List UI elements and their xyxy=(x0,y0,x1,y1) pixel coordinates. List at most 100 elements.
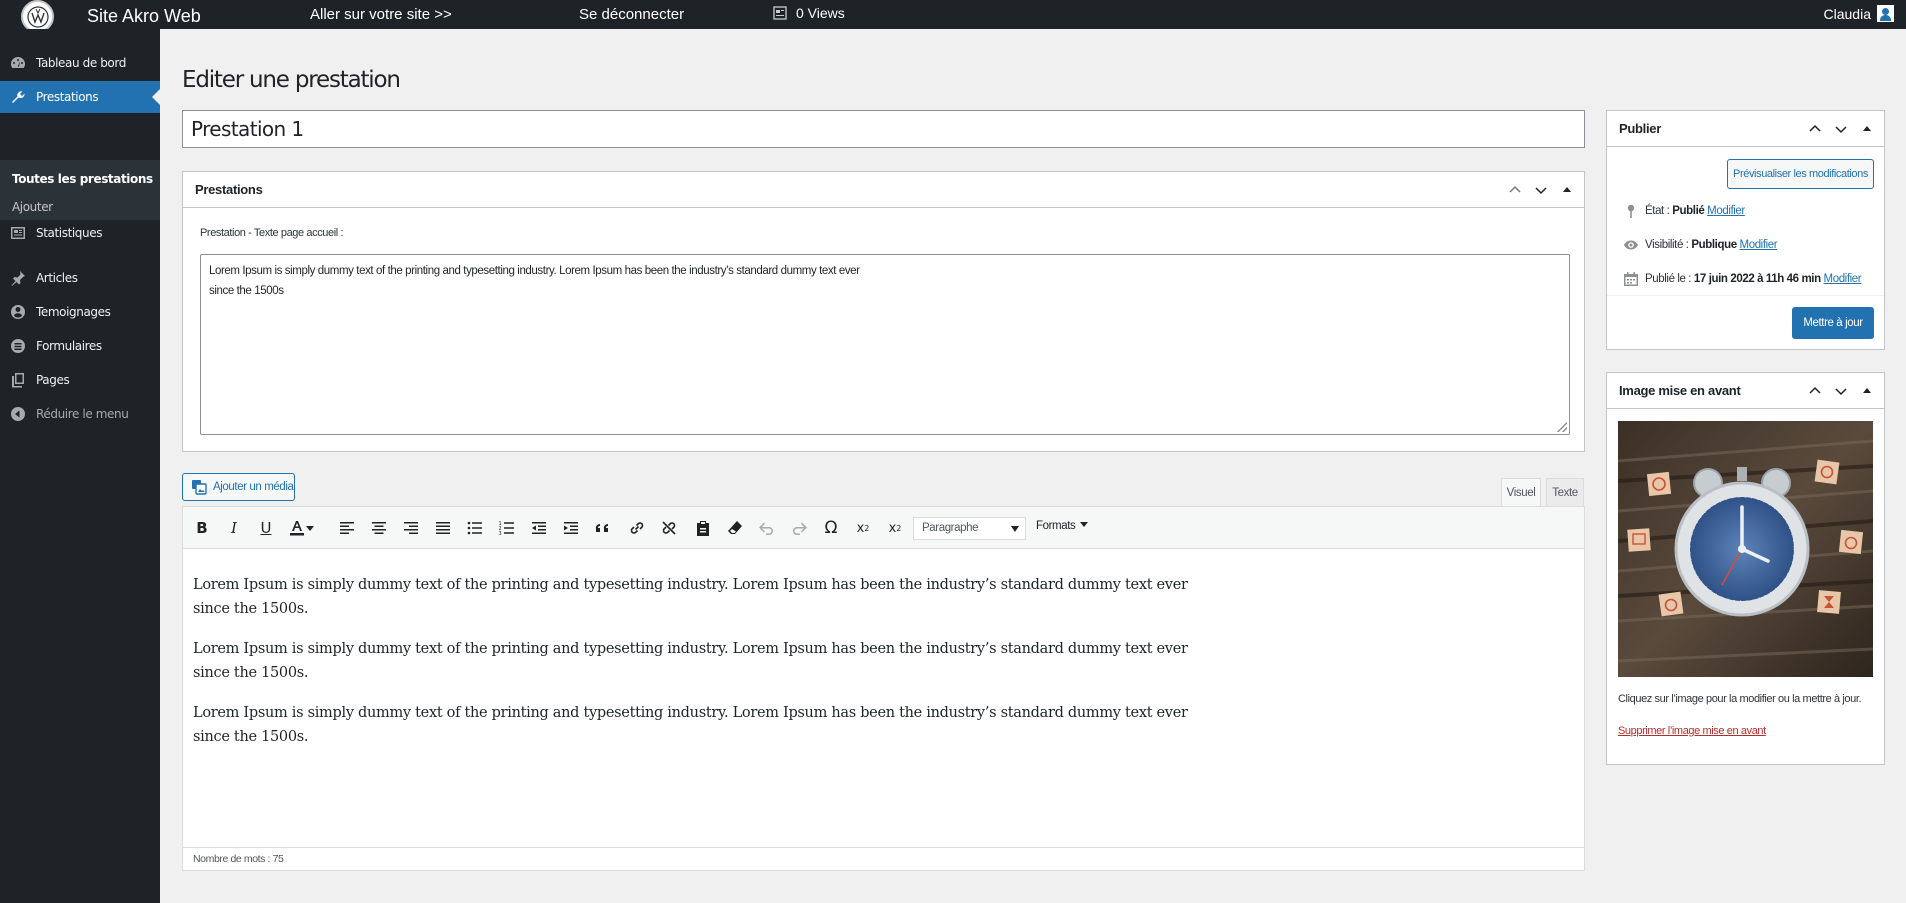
sidebar-item-label: Articles xyxy=(36,271,78,285)
visibility-row: Visibilité : Publique Modifier xyxy=(1623,237,1778,253)
textarea-line: Lorem Ipsum is simply dummy text of the … xyxy=(209,265,860,277)
add-media-button[interactable]: Ajouter un média xyxy=(182,473,295,501)
paste-text-icon[interactable] xyxy=(692,518,714,538)
media-icon xyxy=(192,480,207,495)
undo-icon[interactable] xyxy=(756,518,778,538)
preview-changes-button[interactable]: Prévisualiser les modifications xyxy=(1727,159,1874,189)
submenu-all-prestations[interactable]: Toutes les prestations xyxy=(12,172,153,186)
divider xyxy=(1607,295,1884,296)
sidebar-collapse-menu[interactable]: Réduire le menu xyxy=(0,398,160,430)
justify-icon[interactable] xyxy=(432,518,454,538)
sidebar-item-pages[interactable]: Pages xyxy=(0,364,160,396)
prestations-metabox: Prestations Prestation - Texte page accu… xyxy=(182,171,1585,452)
views-icon xyxy=(773,6,787,20)
site-name-link[interactable]: Site Akro Web xyxy=(87,6,201,27)
post-title-input[interactable]: Prestation 1 xyxy=(182,110,1585,148)
calendar-icon xyxy=(1624,272,1638,286)
tab-visual[interactable]: Visuel xyxy=(1501,478,1541,506)
word-count: Nombre de mots : 75 xyxy=(183,847,1584,870)
italic-icon[interactable]: I xyxy=(223,518,245,538)
blockquote-icon[interactable] xyxy=(592,518,614,538)
sidebar-item-label: Pages xyxy=(36,373,70,387)
insert-link-icon[interactable] xyxy=(626,518,648,538)
move-up-icon[interactable] xyxy=(1808,384,1822,398)
content-paragraph: Lorem Ipsum is simply dummy text of the … xyxy=(193,577,1188,617)
content-editor: B I U 123 Ω x2 x2 Paragraphe Formats Lor… xyxy=(182,506,1585,871)
toggle-panel-icon[interactable] xyxy=(1860,384,1874,398)
redo-icon[interactable] xyxy=(788,518,810,538)
edit-status-link[interactable]: Modifier xyxy=(1707,205,1745,217)
featured-image-hint: Cliquez sur l’image pour la modifier ou … xyxy=(1618,693,1862,705)
align-left-icon[interactable] xyxy=(336,518,358,538)
bold-icon[interactable]: B xyxy=(191,518,213,538)
toggle-panel-icon[interactable] xyxy=(1560,183,1574,197)
toggle-panel-icon[interactable] xyxy=(1860,122,1874,136)
sidebar-item-label: Prestations xyxy=(36,90,99,104)
editor-content[interactable]: Lorem Ipsum is simply dummy text of the … xyxy=(193,573,1193,765)
sidebar-item-statistiques[interactable]: Statistiques xyxy=(0,217,160,249)
update-button[interactable]: Mettre à jour xyxy=(1792,307,1874,339)
visit-site-link[interactable]: Aller sur votre site >> xyxy=(310,6,452,23)
move-down-icon[interactable] xyxy=(1834,384,1848,398)
sidebar-item-formulaires[interactable]: Formulaires xyxy=(0,330,160,362)
formats-dropdown[interactable]: Formats xyxy=(1036,520,1088,532)
numbered-list-icon[interactable]: 123 xyxy=(496,518,518,538)
pages-icon xyxy=(10,372,26,388)
page-title: Editer une prestation xyxy=(182,67,401,93)
resize-handle-icon[interactable] xyxy=(1557,422,1567,432)
underline-icon[interactable]: U xyxy=(255,518,277,538)
sidebar-item-articles[interactable]: Articles xyxy=(0,262,160,294)
tab-text[interactable]: Texte xyxy=(1546,478,1584,506)
content-paragraph: Lorem Ipsum is simply dummy text of the … xyxy=(193,641,1188,681)
superscript-icon[interactable]: x2 xyxy=(852,518,874,538)
remove-featured-image-link[interactable]: Supprimer l’image mise en avant xyxy=(1618,725,1766,737)
move-down-icon[interactable] xyxy=(1834,122,1848,136)
prestations-submenu: Toutes les prestations Ajouter xyxy=(0,160,160,220)
published-value: 17 juin 2022 à 11h 46 min xyxy=(1693,273,1821,285)
move-down-icon[interactable] xyxy=(1534,183,1548,197)
published-label: Publié le : xyxy=(1645,273,1694,285)
subscript-icon[interactable]: x2 xyxy=(884,518,906,538)
testimonial-icon xyxy=(10,304,26,320)
clear-formatting-icon[interactable] xyxy=(724,518,746,538)
sidebar-item-prestations[interactable]: Prestations xyxy=(0,81,160,113)
edit-visibility-link[interactable]: Modifier xyxy=(1740,239,1778,251)
field-label: Prestation - Texte page accueil : xyxy=(200,227,344,239)
submenu-add[interactable]: Ajouter xyxy=(12,200,53,214)
move-up-icon[interactable] xyxy=(1508,183,1522,197)
wrench-icon xyxy=(10,89,26,105)
pin-icon xyxy=(10,270,26,286)
visibility-value: Publique xyxy=(1691,239,1737,251)
special-character-icon[interactable]: Ω xyxy=(820,518,842,538)
editor-toolbar: B I U 123 Ω x2 x2 Paragraphe Formats xyxy=(183,507,1584,549)
bullet-list-icon[interactable] xyxy=(464,518,486,538)
remove-link-icon[interactable] xyxy=(658,518,680,538)
metabox-title: Publier xyxy=(1619,121,1661,136)
textarea-line: since the 1500s xyxy=(209,285,284,297)
paragraph-format-select[interactable]: Paragraphe xyxy=(913,517,1026,540)
outdent-icon[interactable] xyxy=(528,518,550,538)
align-right-icon[interactable] xyxy=(400,518,422,538)
sidebar-item-dashboard[interactable]: Tableau de bord xyxy=(0,47,160,79)
user-account[interactable]: Claudia xyxy=(1824,5,1894,22)
admin-sidebar: Tableau de bord Prestations Toutes les p… xyxy=(0,29,160,903)
text-color-dropdown-icon[interactable] xyxy=(304,518,316,538)
metabox-header: Image mise en avant xyxy=(1607,373,1884,409)
logout-link[interactable]: Se déconnecter xyxy=(579,6,684,23)
dashboard-icon xyxy=(10,55,26,71)
status-row: État : Publié Modifier xyxy=(1623,203,1745,219)
svg-text:3: 3 xyxy=(499,531,502,537)
align-center-icon[interactable] xyxy=(368,518,390,538)
indent-icon[interactable] xyxy=(560,518,582,538)
sidebar-item-temoignages[interactable]: Temoignages xyxy=(0,296,160,328)
avatar-icon xyxy=(1877,5,1894,22)
featured-image-thumbnail[interactable] xyxy=(1618,421,1873,677)
move-up-icon[interactable] xyxy=(1808,122,1822,136)
edit-date-link[interactable]: Modifier xyxy=(1824,273,1862,285)
accueil-text-textarea[interactable]: Lorem Ipsum is simply dummy text of the … xyxy=(200,254,1570,435)
status-label: État : xyxy=(1645,205,1673,217)
publish-metabox: Publier Prévisualiser les modifications … xyxy=(1606,110,1885,350)
views-counter[interactable]: 0 Views xyxy=(773,5,845,21)
user-name: Claudia xyxy=(1823,5,1871,22)
visibility-label: Visibilité : xyxy=(1645,239,1692,251)
